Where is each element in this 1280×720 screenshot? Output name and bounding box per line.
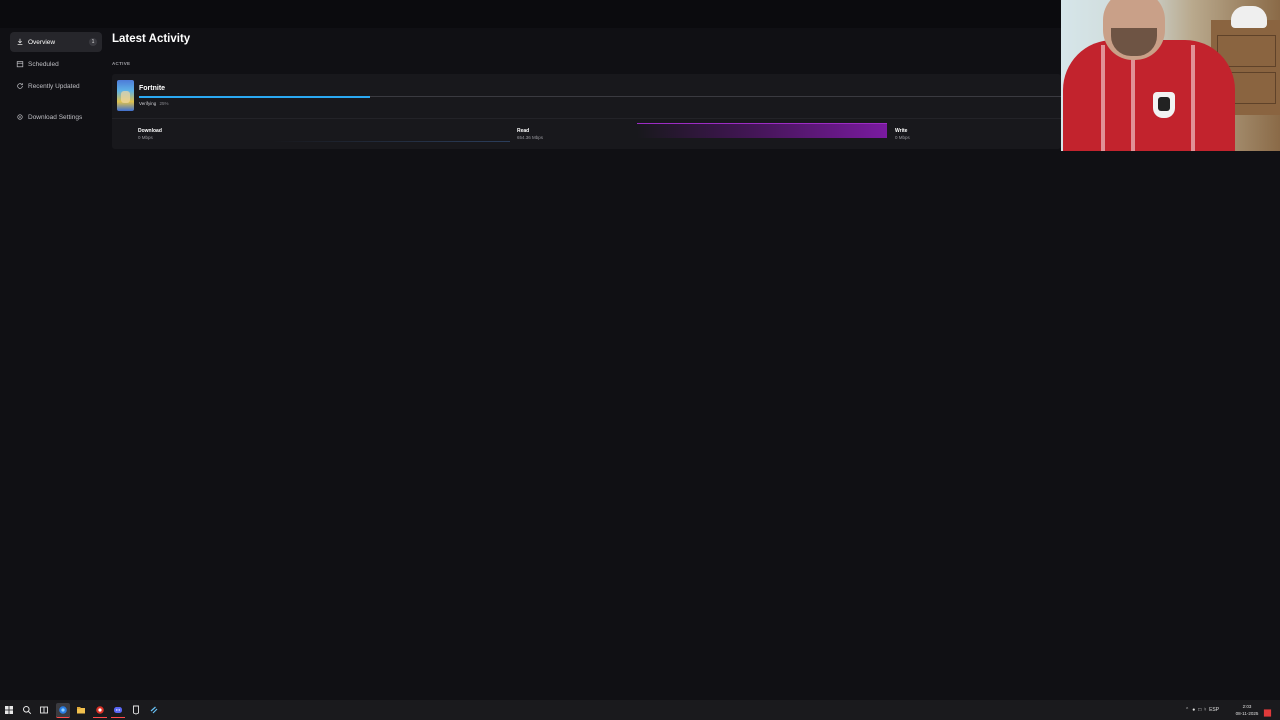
task-view-icon[interactable] bbox=[37, 703, 51, 717]
sidebar-item-label: Download Settings bbox=[28, 113, 83, 121]
epic-games-icon[interactable] bbox=[129, 703, 143, 717]
download-item-row: Fortnite Verifying 25% bbox=[112, 74, 1061, 119]
sidebar-item-overview[interactable]: Overview 1 bbox=[10, 32, 102, 52]
sidebar-item-label: Overview bbox=[28, 38, 56, 46]
stat-label: Write bbox=[895, 128, 908, 134]
steam-icon[interactable] bbox=[147, 703, 161, 717]
count-badge: 1 bbox=[89, 38, 97, 46]
webcam-overlay bbox=[1061, 0, 1280, 151]
microphone-icon[interactable]: ● bbox=[1192, 707, 1195, 713]
taskbar: ⌃ ● □ ♮ ESP 2:03 08-11-2025 bbox=[0, 700, 1280, 720]
volume-icon[interactable]: ♮ bbox=[1204, 707, 1206, 713]
notification-icon[interactable] bbox=[1263, 705, 1272, 717]
network-icon[interactable]: □ bbox=[1198, 707, 1201, 713]
section-label: ACTIVE bbox=[112, 61, 131, 66]
gear-icon bbox=[16, 113, 24, 121]
app-window: Overview 1 Scheduled Recently Updated Do… bbox=[0, 0, 1280, 720]
calendar-icon bbox=[16, 60, 24, 68]
page-title: Latest Activity bbox=[112, 33, 191, 45]
tray-chevron-icon[interactable]: ⌃ bbox=[1185, 707, 1189, 713]
sidebar-item-download-settings[interactable]: Download Settings bbox=[10, 107, 102, 127]
stat-label: Read bbox=[517, 128, 530, 134]
stat-download: Download 0 Mbps bbox=[138, 128, 162, 140]
download-graph bbox=[272, 141, 510, 142]
webcam-person-shirt bbox=[1063, 40, 1235, 151]
game-title: Fortnite bbox=[139, 85, 166, 92]
shirt-crest bbox=[1153, 92, 1175, 118]
progress-fill bbox=[139, 95, 370, 98]
taskbar-clock[interactable]: 2:03 08-11-2025 bbox=[1234, 703, 1260, 717]
webcam-helmet bbox=[1231, 6, 1267, 28]
language-indicator[interactable]: ESP bbox=[1209, 707, 1219, 713]
stat-read: Read 654.36 Mbps bbox=[517, 128, 543, 140]
chrome-icon[interactable] bbox=[93, 703, 107, 718]
browser-icon[interactable] bbox=[56, 703, 70, 718]
shirt-stripe bbox=[1191, 45, 1195, 151]
status-percent: 25% bbox=[159, 101, 169, 106]
file-explorer-icon[interactable] bbox=[74, 703, 88, 717]
stat-value: 654.36 Mbps bbox=[517, 135, 544, 140]
windows-start-icon[interactable] bbox=[2, 703, 16, 717]
download-icon bbox=[16, 38, 24, 46]
sidebar-item-recently-updated[interactable]: Recently Updated bbox=[10, 76, 102, 96]
stat-label: Download bbox=[138, 128, 162, 134]
system-tray: ⌃ ● □ ♮ ESP bbox=[1185, 700, 1219, 720]
status-label: Verifying bbox=[139, 101, 157, 106]
game-thumbnail bbox=[117, 80, 134, 111]
clock-time: 2:03 bbox=[1242, 704, 1252, 709]
shirt-stripe bbox=[1101, 45, 1105, 151]
progress-bar bbox=[139, 95, 1061, 98]
sidebar-item-label: Scheduled bbox=[28, 60, 59, 68]
sidebar-item-label: Recently Updated bbox=[28, 82, 80, 90]
sidebar-item-scheduled[interactable]: Scheduled bbox=[10, 54, 102, 74]
search-icon[interactable] bbox=[20, 703, 34, 717]
refresh-icon bbox=[16, 82, 24, 90]
clock-date: 08-11-2025 bbox=[1235, 711, 1259, 716]
stat-value: 0 Mbps bbox=[895, 135, 910, 140]
shirt-stripe bbox=[1131, 45, 1135, 151]
sidebar: Overview 1 Scheduled Recently Updated Do… bbox=[10, 32, 102, 129]
stat-write: Write 0 Mbps bbox=[895, 128, 910, 140]
status-text: Verifying 25% bbox=[139, 101, 169, 106]
sidebar-divider bbox=[10, 98, 102, 107]
read-graph bbox=[637, 123, 887, 138]
discord-icon[interactable] bbox=[111, 703, 125, 718]
active-download-card[interactable]: Fortnite Verifying 25% Download 0 Mbps R… bbox=[112, 74, 1061, 149]
stat-value: 0 Mbps bbox=[138, 135, 153, 140]
